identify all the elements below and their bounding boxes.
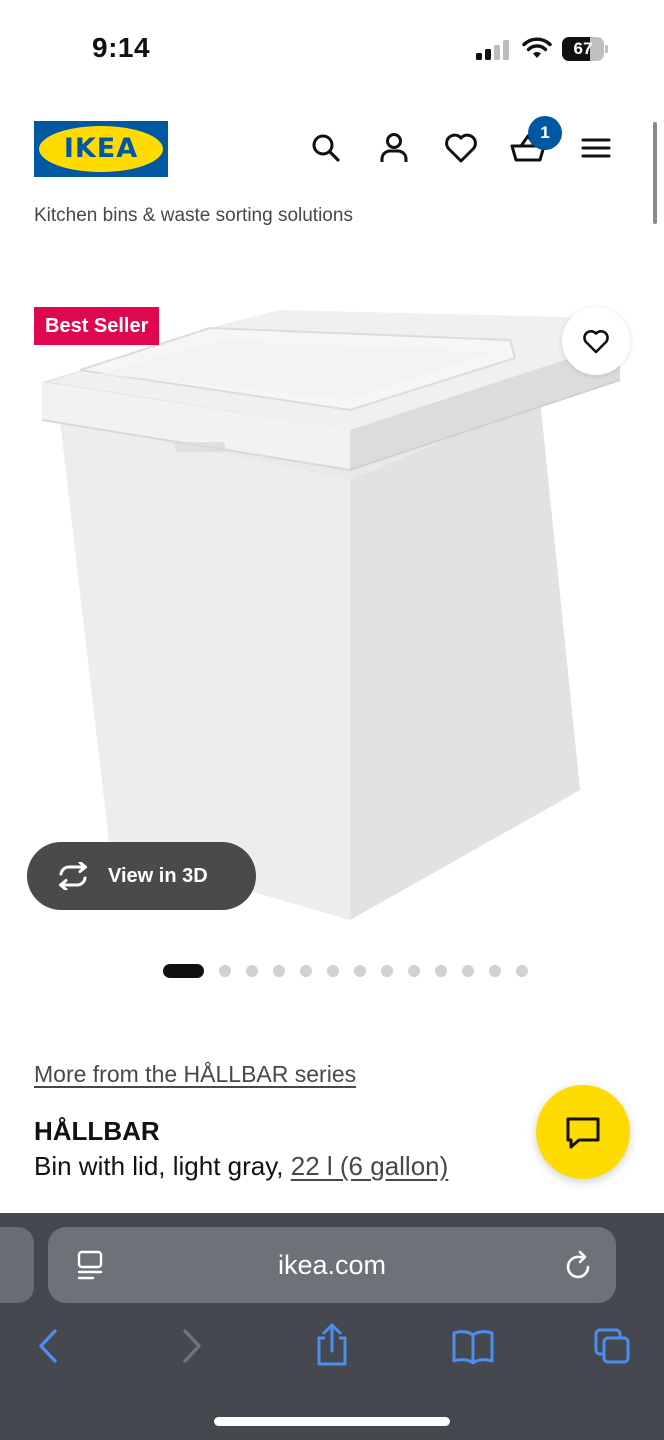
image-pagination[interactable] xyxy=(163,964,528,978)
bookmarks-icon[interactable] xyxy=(451,1326,495,1366)
battery-percent: 67 xyxy=(573,39,593,58)
pagination-dot-active[interactable] xyxy=(163,964,204,978)
pagination-dot[interactable] xyxy=(516,965,528,977)
add-to-favorites-button[interactable] xyxy=(562,307,630,375)
chat-icon xyxy=(566,1117,600,1149)
pagination-dot[interactable] xyxy=(327,965,339,977)
pagination-dot[interactable] xyxy=(462,965,474,977)
battery-icon: 67 xyxy=(562,37,608,61)
pagination-dot[interactable] xyxy=(408,965,420,977)
pagination-dot[interactable] xyxy=(246,965,258,977)
address-bar[interactable]: ikea.com xyxy=(48,1227,616,1303)
status-bar: 9:14 67 xyxy=(0,0,664,100)
chat-button[interactable] xyxy=(536,1085,630,1179)
page-scrollbar[interactable] xyxy=(653,122,657,224)
reload-icon[interactable] xyxy=(564,1249,594,1281)
forward-icon[interactable] xyxy=(172,1326,212,1366)
tabs-icon[interactable] xyxy=(592,1326,632,1366)
product-name: HÅLLBAR xyxy=(34,1116,160,1146)
pagination-dot[interactable] xyxy=(300,965,312,977)
pagination-dot[interactable] xyxy=(273,965,285,977)
rotate-3d-icon xyxy=(59,862,87,890)
search-icon[interactable] xyxy=(306,128,346,168)
menu-icon[interactable] xyxy=(576,128,616,168)
pagination-dot[interactable] xyxy=(489,965,501,977)
share-icon[interactable] xyxy=(312,1322,352,1368)
product-description: Bin with lid, light gray, 22 l (6 gallon… xyxy=(34,1151,448,1182)
pagination-dot[interactable] xyxy=(219,965,231,977)
back-icon[interactable] xyxy=(28,1326,68,1366)
account-icon[interactable] xyxy=(374,128,414,168)
home-indicator xyxy=(214,1417,450,1426)
best-seller-badge: Best Seller xyxy=(34,307,160,345)
previous-tab-preview[interactable] xyxy=(0,1227,34,1303)
ikea-logo[interactable]: IKEA xyxy=(34,121,168,177)
pagination-dot[interactable] xyxy=(354,965,366,977)
size-link[interactable]: 22 l (6 gallon) xyxy=(291,1151,449,1181)
heart-icon[interactable] xyxy=(441,128,481,168)
pagination-dot[interactable] xyxy=(381,965,393,977)
view-in-3d-label: View in 3D xyxy=(108,865,208,887)
product-description-text: Bin with lid, light gray, xyxy=(34,1151,291,1181)
series-link[interactable]: More from the HÅLLBAR series xyxy=(34,1061,356,1088)
url-text: ikea.com xyxy=(277,1250,387,1280)
view-in-3d-button[interactable]: View in 3D xyxy=(27,842,256,910)
breadcrumb[interactable]: Kitchen bins & waste sorting solutions xyxy=(34,205,353,227)
heart-icon xyxy=(583,329,609,354)
cellular-signal-icon xyxy=(476,40,509,60)
status-time: 9:14 xyxy=(92,32,151,63)
cart-count-badge: 1 xyxy=(528,116,562,150)
wifi-icon xyxy=(522,37,552,58)
pagination-dot[interactable] xyxy=(435,965,447,977)
